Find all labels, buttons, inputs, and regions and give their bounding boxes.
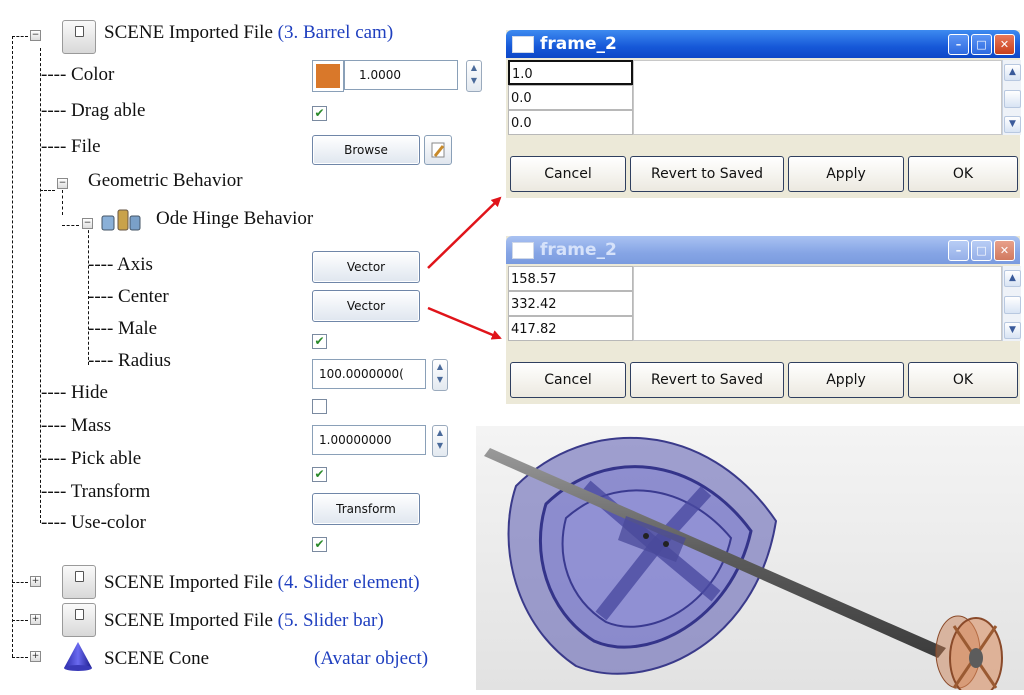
vertical-scrollbar[interactable]: ▲ ▼ (1002, 60, 1021, 135)
value-area (633, 266, 1002, 341)
minimize-button[interactable]: – (948, 240, 969, 261)
hub-pin (643, 533, 649, 539)
window-icon (512, 36, 534, 53)
arrow-center-to-dialog (427, 306, 502, 340)
dialog-titlebar[interactable]: frame_2 – □ ✕ (506, 236, 1020, 264)
value-cell-2[interactable]: 417.82 (508, 316, 633, 341)
revert-to-saved-button[interactable]: Revert to Saved (630, 156, 784, 192)
window-icon (512, 242, 534, 259)
roller-hub (969, 648, 983, 668)
cancel-button[interactable]: Cancel (510, 156, 626, 192)
dialog-titlebar[interactable]: frame_2 – □ ✕ (506, 30, 1020, 58)
scroll-up-button[interactable]: ▲ (1004, 64, 1021, 81)
apply-button[interactable]: Apply (788, 362, 904, 398)
scroll-thumb[interactable] (1004, 296, 1021, 314)
ok-button[interactable]: OK (908, 362, 1018, 398)
scroll-down-button[interactable]: ▼ (1004, 322, 1021, 339)
close-button[interactable]: ✕ (994, 34, 1015, 55)
value-cell-0[interactable]: 158.57 (508, 266, 633, 291)
vertical-scrollbar[interactable]: ▲ ▼ (1002, 266, 1021, 341)
maximize-button[interactable]: □ (971, 240, 992, 261)
ok-button[interactable]: OK (908, 156, 1018, 192)
value-cell-1[interactable]: 0.0 (508, 85, 633, 110)
frame-dialog-top: frame_2 – □ ✕ 1.0 0.0 0.0 ▲ ▼ Cancel Rev… (506, 30, 1021, 198)
dialog-title: frame_2 (540, 240, 617, 260)
close-button[interactable]: ✕ (994, 240, 1015, 261)
dialog-title: frame_2 (540, 34, 617, 54)
apply-button[interactable]: Apply (788, 156, 904, 192)
cancel-button[interactable]: Cancel (510, 362, 626, 398)
frame-dialog-bottom: frame_2 – □ ✕ 158.57 332.42 417.82 ▲ ▼ C… (506, 236, 1021, 404)
minimize-button[interactable]: – (948, 34, 969, 55)
value-cell-1[interactable]: 332.42 (508, 291, 633, 316)
revert-to-saved-button[interactable]: Revert to Saved (630, 362, 784, 398)
hub-pin (663, 541, 669, 547)
barrel-cam-render (484, 437, 1003, 695)
scroll-thumb[interactable] (1004, 90, 1021, 108)
arrow-axis-to-dialog (427, 196, 502, 269)
value-cell-2[interactable]: 0.0 (508, 110, 633, 135)
scroll-up-button[interactable]: ▲ (1004, 270, 1021, 287)
scroll-down-button[interactable]: ▼ (1004, 116, 1021, 133)
value-area (633, 60, 1002, 135)
value-cell-0[interactable]: 1.0 (508, 60, 633, 85)
barrel-cam-3d-view (476, 426, 1024, 695)
maximize-button[interactable]: □ (971, 34, 992, 55)
